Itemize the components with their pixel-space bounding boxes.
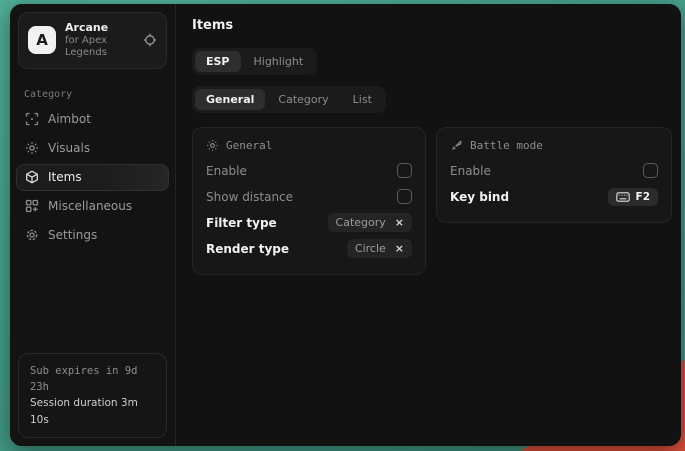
- setting-row-battle-enable: Enable: [450, 158, 658, 183]
- visuals-sparkle-icon: [25, 141, 39, 155]
- key-bind-value: F2: [636, 191, 650, 203]
- setting-row-show-distance: Show distance: [206, 184, 412, 209]
- enable-label: Enable: [206, 164, 247, 178]
- key-bind-label: Key bind: [450, 190, 509, 204]
- app-title: Arcane: [65, 21, 134, 35]
- show-distance-label: Show distance: [206, 190, 293, 204]
- sidebar-nav: Aimbot Visuals Items: [10, 106, 175, 249]
- session-info-card: Sub expires in 9d 23h Session duration 3…: [18, 353, 167, 438]
- aimbot-crosshair-icon: [25, 112, 39, 126]
- category-section-label: Category: [24, 89, 161, 100]
- sidebar-item-aimbot[interactable]: Aimbot: [16, 106, 169, 133]
- app-subtitle: for Apex Legends: [65, 35, 134, 60]
- sidebar-item-label: Miscellaneous: [48, 199, 132, 213]
- main-content: Items ESP Highlight General Category Lis…: [176, 4, 681, 446]
- view-tab-group: General Category List: [192, 86, 386, 113]
- crosshair-target-icon[interactable]: [143, 33, 157, 47]
- battle-mode-card: Battle mode Enable Key bind: [436, 127, 672, 223]
- sun-icon: [206, 139, 219, 152]
- setting-row-render-type: Render type Circle ×: [206, 236, 412, 261]
- items-cube-icon: [25, 170, 39, 184]
- key-bind-button[interactable]: F2: [608, 188, 658, 206]
- settings-gear-icon: [25, 228, 39, 242]
- filter-type-value: Category: [336, 216, 386, 229]
- tab-category[interactable]: Category: [267, 89, 339, 110]
- setting-row-key-bind: Key bind F2: [450, 184, 658, 209]
- render-type-label: Render type: [206, 242, 289, 256]
- tab-list[interactable]: List: [342, 89, 383, 110]
- render-type-value: Circle: [355, 242, 386, 255]
- keyboard-icon: [616, 192, 630, 202]
- general-card-title: General: [226, 139, 272, 152]
- page-title: Items: [192, 18, 672, 33]
- setting-row-enable: Enable: [206, 158, 412, 183]
- battle-card-header: Battle mode: [450, 139, 658, 152]
- mode-tab-group: ESP Highlight: [192, 48, 317, 75]
- tab-general[interactable]: General: [195, 89, 265, 110]
- sidebar-item-label: Items: [48, 170, 82, 184]
- show-distance-checkbox[interactable]: [397, 189, 412, 204]
- battle-enable-label: Enable: [450, 164, 491, 178]
- misc-grid-icon: [25, 199, 39, 213]
- enable-checkbox[interactable]: [397, 163, 412, 178]
- sidebar-item-label: Visuals: [48, 141, 90, 155]
- battle-enable-checkbox[interactable]: [643, 163, 658, 178]
- tab-esp[interactable]: ESP: [195, 51, 241, 72]
- sidebar-item-label: Aimbot: [48, 112, 91, 126]
- clear-x-icon[interactable]: ×: [395, 217, 404, 228]
- tab-highlight[interactable]: Highlight: [243, 51, 315, 72]
- sidebar-item-settings[interactable]: Settings: [16, 222, 169, 249]
- filter-type-select[interactable]: Category ×: [328, 213, 412, 232]
- sub-expires-text: Sub expires in 9d 23h: [30, 363, 155, 396]
- render-type-select[interactable]: Circle ×: [347, 239, 412, 258]
- battle-card-title: Battle mode: [470, 139, 543, 152]
- sidebar-item-label: Settings: [48, 228, 97, 242]
- general-settings-card: General Enable Show distance Filter type…: [192, 127, 426, 275]
- sidebar-item-items[interactable]: Items: [16, 164, 169, 191]
- app-window: A Arcane for Apex Legends Category: [10, 4, 681, 446]
- sidebar-item-miscellaneous[interactable]: Miscellaneous: [16, 193, 169, 220]
- sidebar-item-visuals[interactable]: Visuals: [16, 135, 169, 162]
- brand-card[interactable]: A Arcane for Apex Legends: [18, 12, 167, 69]
- session-duration-text: Session duration 3m 10s: [30, 395, 155, 428]
- app-logo: A: [28, 26, 56, 54]
- general-card-header: General: [206, 139, 412, 152]
- setting-row-filter-type: Filter type Category ×: [206, 210, 412, 235]
- filter-type-label: Filter type: [206, 216, 277, 230]
- sidebar: A Arcane for Apex Legends Category: [10, 4, 176, 446]
- brand-text: Arcane for Apex Legends: [65, 21, 134, 60]
- clear-x-icon[interactable]: ×: [395, 243, 404, 254]
- sword-icon: [450, 139, 463, 152]
